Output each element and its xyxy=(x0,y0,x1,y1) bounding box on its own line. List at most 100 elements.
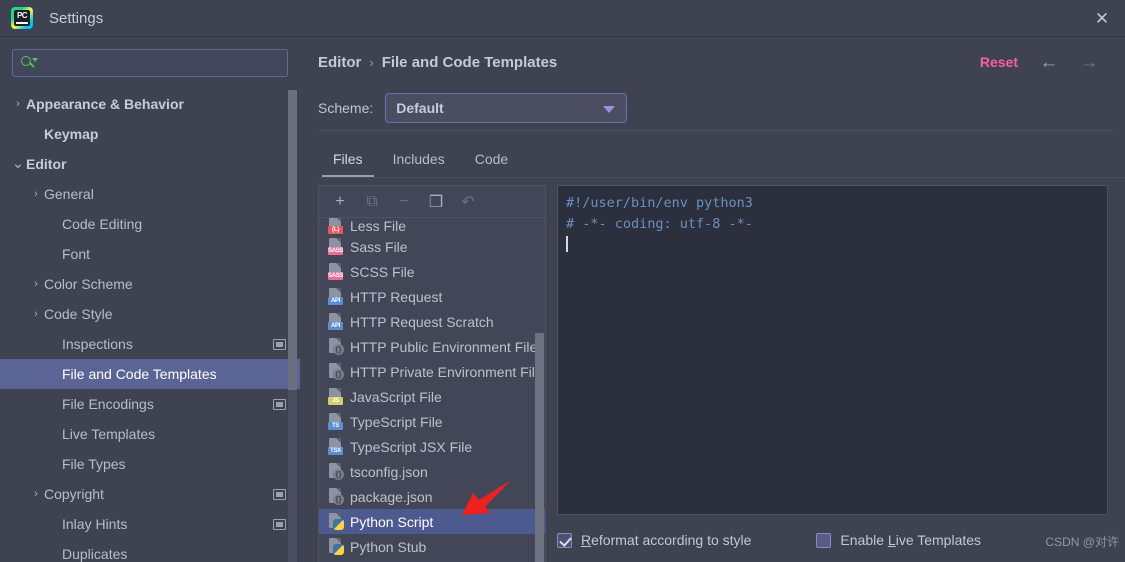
template-list-item[interactable]: Python Stub xyxy=(319,534,545,559)
sidebar-item-file-and-code-templates[interactable]: File and Code Templates xyxy=(0,359,300,389)
close-icon[interactable]: ✕ xyxy=(1079,0,1125,37)
chevron-down-icon[interactable]: ⌄ xyxy=(10,156,26,172)
sidebar-item-inlay-hints[interactable]: Inlay Hints xyxy=(0,509,300,539)
title-bar: PC Settings ✕ xyxy=(0,0,1125,37)
template-tabs: Files Includes Code xyxy=(318,144,523,178)
sidebar-item-font[interactable]: Font xyxy=(0,239,300,269)
add-template-button[interactable]: + xyxy=(327,190,353,214)
search-box[interactable] xyxy=(12,49,288,77)
back-arrow-icon[interactable]: ← xyxy=(1035,51,1063,75)
breadcrumb-leaf: File and Code Templates xyxy=(381,54,558,71)
template-list-item[interactable]: {} HTTP Private Environment File xyxy=(319,359,545,384)
sidebar-item-label: Code Editing xyxy=(62,216,143,232)
code-caret-line xyxy=(566,235,1107,256)
search-icon xyxy=(21,55,38,71)
template-list-scrollbar-thumb[interactable] xyxy=(535,333,544,562)
template-list-item[interactable]: {} package.json xyxy=(319,484,545,509)
tab-files[interactable]: Files xyxy=(318,144,378,178)
forward-arrow-icon[interactable]: → xyxy=(1075,51,1103,75)
template-list-item-label: Python Stub xyxy=(350,538,427,555)
code-line: # -*- coding: utf-8 -*- xyxy=(566,216,753,232)
template-list-item[interactable]: TSX TypeScript JSX File xyxy=(319,434,545,459)
search-input[interactable] xyxy=(37,55,281,71)
reset-button[interactable]: Reset xyxy=(980,54,1018,70)
live-templates-checkbox-box[interactable] xyxy=(816,532,832,548)
live-templates-label-rest: ive Templates xyxy=(895,532,982,548)
tab-code[interactable]: Code xyxy=(460,144,523,174)
template-list: {L} Less File SASS Sass File SASS SCSS File AP… xyxy=(319,218,545,562)
template-list-item-label: HTTP Request Scratch xyxy=(350,313,494,330)
sidebar-item-file-encodings[interactable]: File Encodings xyxy=(0,389,300,419)
template-list-item[interactable]: {L} Less File xyxy=(319,218,545,234)
reformat-checkbox[interactable]: Reformat according to style xyxy=(557,532,751,548)
chevron-down-icon xyxy=(603,106,616,113)
text-caret xyxy=(566,236,568,252)
reset-template-button: ↶ xyxy=(461,193,475,211)
sidebar-item-editor[interactable]: ⌄ Editor xyxy=(0,149,300,179)
sidebar-item-label: Appearance & Behavior xyxy=(26,96,184,112)
chevron-right-icon[interactable]: › xyxy=(28,276,44,292)
live-templates-checkbox[interactable]: Enable Live Templates xyxy=(816,532,981,548)
json-file-icon: {} xyxy=(328,363,344,380)
template-list-item[interactable]: {} HTTP Public Environment File xyxy=(319,334,545,359)
sidebar-item-code-editing[interactable]: Code Editing xyxy=(0,209,300,239)
breadcrumb-separator-icon: › xyxy=(369,55,374,70)
watermark: CSDN @对许 xyxy=(1045,535,1119,549)
json-file-icon: {} xyxy=(328,488,344,505)
sidebar-scrollbar-thumb[interactable] xyxy=(288,90,297,390)
sidebar-item-code-style[interactable]: › Code Style xyxy=(0,299,300,329)
chevron-right-icon[interactable]: › xyxy=(10,96,26,112)
sidebar-item-appearance-behavior[interactable]: › Appearance & Behavior xyxy=(0,89,300,119)
template-list-item[interactable]: SASS SCSS File xyxy=(319,259,545,284)
template-list-item-label: HTTP Public Environment File xyxy=(350,338,538,355)
settings-scope-icon xyxy=(273,518,286,530)
sidebar-item-label: Color Scheme xyxy=(44,276,133,292)
scheme-select[interactable]: Default xyxy=(385,93,628,123)
l-file-icon: {L} xyxy=(328,218,343,234)
template-list-item[interactable]: API HTTP Request xyxy=(319,284,545,309)
sidebar-item-copyright[interactable]: › Copyright xyxy=(0,479,300,509)
chevron-right-icon[interactable]: › xyxy=(28,486,44,502)
sidebar-item-general[interactable]: › General xyxy=(0,179,300,209)
reformat-checkbox-box[interactable] xyxy=(557,532,572,548)
template-list-item[interactable]: {} tsconfig.json xyxy=(319,459,545,484)
tabs-divider xyxy=(318,177,1125,178)
template-list-item[interactable]: SASS Sass File xyxy=(319,234,545,259)
sidebar-item-duplicates[interactable]: Duplicates xyxy=(0,539,300,562)
sidebar-item-color-scheme[interactable]: › Color Scheme xyxy=(0,269,300,299)
reformat-mnemonic: R xyxy=(581,532,592,548)
python-file-icon xyxy=(328,513,344,530)
reformat-label-rest: eformat according to style xyxy=(591,532,752,548)
duplicate-template-button[interactable]: ❐ xyxy=(423,190,449,214)
chevron-right-icon[interactable]: › xyxy=(28,306,44,322)
ts-file-icon: TS xyxy=(328,413,343,430)
template-list-item[interactable]: TS TypeScript File xyxy=(319,409,545,434)
chevron-right-icon[interactable]: › xyxy=(28,186,44,202)
template-editor[interactable]: #!/user/bin/env python3 # -*- coding: ut… xyxy=(557,185,1108,515)
sidebar-item-live-templates[interactable]: Live Templates xyxy=(0,419,300,449)
template-options-row: Reformat according to style Enable Live … xyxy=(557,525,1125,555)
template-list-item-label: Sass File xyxy=(350,238,408,255)
scheme-row: Scheme: Default xyxy=(318,93,628,123)
breadcrumb-root[interactable]: Editor xyxy=(318,54,361,71)
template-list-item-label: HTTP Request xyxy=(350,288,443,305)
sidebar-item-file-types[interactable]: File Types xyxy=(0,449,300,479)
template-list-item-label: TypeScript JSX File xyxy=(350,438,473,455)
sidebar-item-keymap[interactable]: Keymap xyxy=(0,119,300,149)
template-list-item-selected[interactable]: Python Script xyxy=(319,509,545,534)
sidebar-item-inspections[interactable]: Inspections xyxy=(0,329,300,359)
tab-includes[interactable]: Includes xyxy=(378,144,460,174)
sass-file-icon: SASS xyxy=(328,263,343,280)
template-list-item-label: package.json xyxy=(350,488,433,505)
sidebar-item-label: File Encodings xyxy=(62,396,154,412)
window-title: Settings xyxy=(49,9,104,27)
template-list-item[interactable]: API HTTP Request Scratch xyxy=(319,309,545,334)
remove-template-button: − xyxy=(399,192,409,210)
template-list-item[interactable]: JS JavaScript File xyxy=(319,384,545,409)
json-file-icon: {} xyxy=(328,338,344,355)
sidebar-item-label: Editor xyxy=(26,156,67,172)
editor-scrollbar-track[interactable] xyxy=(1096,186,1107,514)
